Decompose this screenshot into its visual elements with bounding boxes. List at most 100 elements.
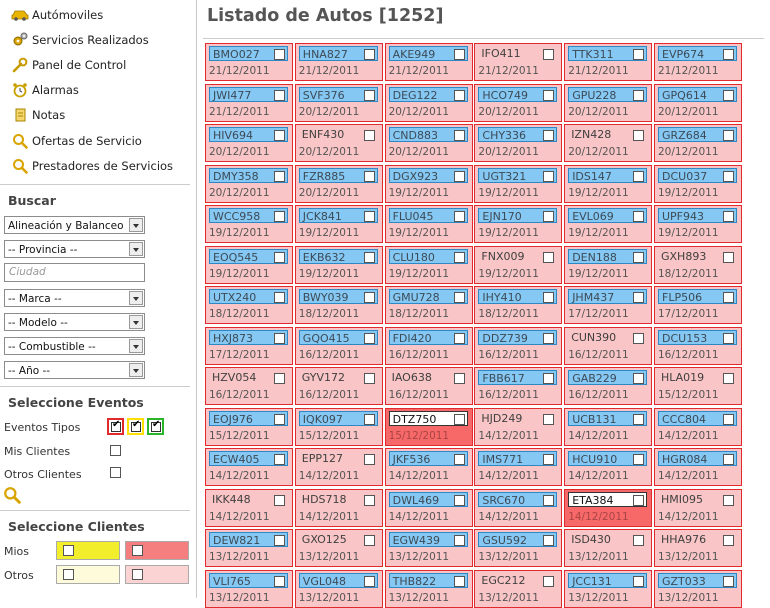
select-checkbox[interactable]	[274, 413, 285, 425]
car-tile[interactable]: EVL069 19/12/2011	[564, 205, 653, 243]
car-tile[interactable]: UPF943 19/12/2011	[654, 205, 742, 243]
car-tile[interactable]: IKK448 14/12/2011	[205, 488, 293, 527]
select-checkbox[interactable]	[543, 211, 555, 222]
select-checkbox[interactable]	[723, 413, 734, 425]
car-tile[interactable]: GRZ684 20/12/2011	[654, 124, 742, 162]
car-tile[interactable]: IMS771 14/12/2011	[474, 448, 563, 486]
combustible-select[interactable]: -- Combustible --	[4, 337, 145, 355]
car-tile[interactable]: GYV172 16/12/2011	[294, 367, 383, 405]
car-tile[interactable]: JWI477 21/12/2011	[205, 83, 293, 122]
select-checkbox[interactable]	[723, 535, 734, 546]
select-checkbox[interactable]	[723, 454, 734, 465]
select-checkbox[interactable]	[543, 49, 555, 60]
select-checkbox[interactable]	[274, 292, 285, 303]
car-tile[interactable]: DEW821 13/12/2011	[205, 529, 293, 567]
car-tile[interactable]: EOQ545 19/12/2011	[205, 245, 293, 284]
event-type-green-checkbox[interactable]	[147, 418, 164, 435]
car-tile[interactable]: JHM437 17/12/2011	[564, 286, 653, 324]
select-checkbox[interactable]	[543, 494, 555, 506]
select-checkbox[interactable]	[453, 292, 465, 303]
car-tile[interactable]: HGR084 14/12/2011	[654, 448, 742, 486]
car-tile[interactable]: IFO411 21/12/2011	[474, 43, 563, 81]
select-checkbox[interactable]	[274, 373, 285, 384]
select-checkbox[interactable]	[363, 211, 375, 222]
select-checkbox[interactable]	[723, 89, 734, 101]
select-checkbox[interactable]	[543, 170, 555, 182]
select-checkbox[interactable]	[274, 332, 285, 344]
car-tile[interactable]: CUN390 16/12/2011	[564, 326, 653, 365]
select-checkbox[interactable]	[453, 454, 465, 465]
car-tile[interactable]: VGL048 13/12/2011	[294, 569, 383, 608]
select-checkbox[interactable]	[543, 332, 555, 344]
select-checkbox[interactable]	[274, 211, 285, 222]
select-checkbox[interactable]	[274, 494, 285, 506]
car-tile[interactable]: IQK097 15/12/2011	[294, 407, 383, 446]
car-tile[interactable]: TTK311 21/12/2011	[564, 43, 653, 81]
select-checkbox[interactable]	[453, 130, 465, 141]
car-tile[interactable]: DTZ750 15/12/2011	[384, 407, 473, 446]
car-tile[interactable]: AKE949 21/12/2011	[384, 43, 473, 81]
car-tile[interactable]: ETA384 14/12/2011	[564, 488, 653, 527]
car-tile[interactable]: DMY358 20/12/2011	[205, 164, 293, 203]
select-checkbox[interactable]	[633, 535, 645, 546]
car-tile[interactable]: FLP506 17/12/2011	[654, 286, 742, 324]
select-checkbox[interactable]	[363, 373, 375, 384]
mis-clientes-checkbox[interactable]	[110, 445, 121, 456]
car-tile[interactable]: HHA976 13/12/2011	[654, 529, 742, 567]
select-checkbox[interactable]	[633, 49, 645, 60]
car-tile[interactable]: FLU045 19/12/2011	[384, 205, 473, 243]
anio-select[interactable]: -- Año --	[4, 361, 145, 379]
car-tile[interactable]: GXO125 13/12/2011	[294, 529, 383, 567]
car-tile[interactable]: GXH893 18/12/2011	[654, 245, 742, 284]
car-tile[interactable]: DCU153 16/12/2011	[654, 326, 742, 365]
car-tile[interactable]: DGX923 19/12/2011	[384, 164, 473, 203]
car-tile[interactable]: HXJ873 17/12/2011	[205, 326, 293, 365]
select-checkbox[interactable]	[633, 251, 645, 263]
select-checkbox[interactable]	[274, 130, 285, 141]
select-checkbox[interactable]	[543, 413, 555, 425]
select-checkbox[interactable]	[633, 494, 645, 506]
car-tile[interactable]: VLI765 13/12/2011	[205, 569, 293, 608]
servicio-select[interactable]: Alineación y Balanceo	[4, 216, 145, 234]
car-tile[interactable]: WCC958 19/12/2011	[205, 205, 293, 243]
select-checkbox[interactable]	[453, 413, 465, 425]
provincia-select[interactable]: -- Provincia --	[4, 240, 145, 258]
otros-yellow-toggle[interactable]	[56, 565, 120, 584]
ciudad-input[interactable]: Ciudad	[4, 263, 145, 282]
car-tile[interactable]: ISD430 13/12/2011	[564, 529, 653, 567]
car-tile[interactable]: EPP127 14/12/2011	[294, 448, 383, 486]
car-tile[interactable]: JCC131 13/12/2011	[564, 569, 653, 608]
car-tile[interactable]: HDS718 14/12/2011	[294, 488, 383, 527]
select-checkbox[interactable]	[723, 130, 734, 141]
car-tile[interactable]: IZN428 20/12/2011	[564, 124, 653, 162]
car-tile[interactable]: HCO749 20/12/2011	[474, 83, 563, 122]
car-tile[interactable]: UGT321 19/12/2011	[474, 164, 563, 203]
checkbox[interactable]	[132, 545, 143, 556]
select-checkbox[interactable]	[543, 251, 555, 263]
select-checkbox[interactable]	[723, 332, 734, 344]
select-checkbox[interactable]	[453, 49, 465, 60]
car-tile[interactable]: HCU910 14/12/2011	[564, 448, 653, 486]
select-checkbox[interactable]	[274, 454, 285, 465]
select-checkbox[interactable]	[363, 292, 375, 303]
car-tile[interactable]: DWL469 14/12/2011	[384, 488, 473, 527]
checkbox[interactable]	[132, 569, 143, 580]
select-checkbox[interactable]	[453, 575, 465, 587]
checkbox[interactable]	[63, 569, 74, 580]
select-checkbox[interactable]	[633, 211, 645, 222]
car-tile[interactable]: JCK841 19/12/2011	[294, 205, 383, 243]
select-checkbox[interactable]	[363, 332, 375, 344]
car-tile[interactable]: GPU228 20/12/2011	[564, 83, 653, 122]
select-checkbox[interactable]	[633, 413, 645, 425]
select-checkbox[interactable]	[543, 130, 555, 141]
search-icon[interactable]	[3, 486, 21, 508]
select-checkbox[interactable]	[543, 454, 555, 465]
car-tile[interactable]: CND883 20/12/2011	[384, 124, 473, 162]
otros-red-toggle[interactable]	[125, 565, 189, 584]
select-checkbox[interactable]	[274, 49, 285, 60]
car-tile[interactable]: CHY336 20/12/2011	[474, 124, 563, 162]
otros-clientes-checkbox[interactable]	[110, 467, 121, 478]
nav-servicios-realizados[interactable]: Servicios Realizados	[0, 27, 196, 52]
car-tile[interactable]: HNA827 21/12/2011	[294, 43, 383, 81]
nav-ofertas-de-servicio[interactable]: Ofertas de Servicio	[0, 128, 196, 153]
